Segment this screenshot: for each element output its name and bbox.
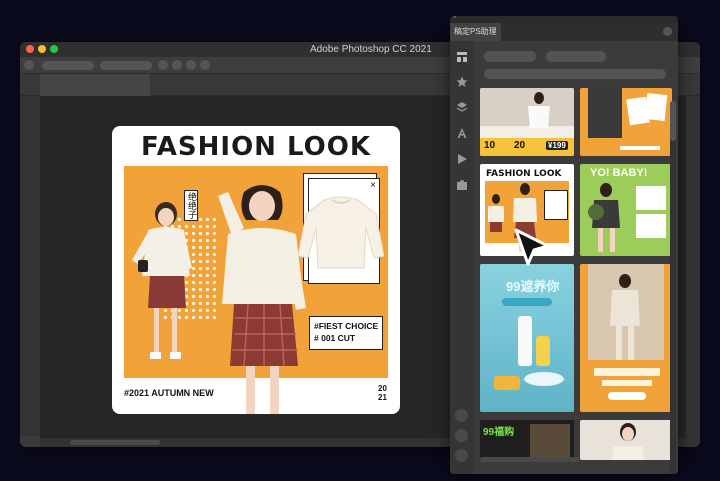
choice-line-1: #FIEST CHOICE <box>314 321 379 331</box>
thumb1-price: ¥199 <box>546 141 568 150</box>
thumb5-subtitle-bar <box>502 298 552 306</box>
thumb6-model <box>610 274 640 360</box>
tools-panel[interactable] <box>20 96 40 436</box>
star-icon[interactable] <box>456 76 468 88</box>
thumb1-badge-2: 20 <box>514 140 526 151</box>
thumb5-soap <box>494 376 520 390</box>
option-button-3[interactable] <box>186 60 196 70</box>
side-button-3[interactable] <box>455 449 468 462</box>
template-thumb-7[interactable]: 99福购 <box>480 420 574 460</box>
thumb2-text-bar <box>620 146 660 150</box>
choice-line-2: # 001 CUT <box>314 333 356 343</box>
panel-top-strip: × <box>450 16 678 23</box>
mouse-cursor-icon <box>514 228 550 266</box>
template-thumb-2[interactable] <box>580 88 672 156</box>
document-tab[interactable] <box>40 74 150 96</box>
panel-close-icon[interactable]: × <box>453 16 457 21</box>
thumb5-bottle <box>518 316 532 366</box>
sweater-image <box>298 196 384 269</box>
window-title: Adobe Photoshop CC 2021 <box>310 44 432 55</box>
panel-scroll-thumb[interactable] <box>670 101 676 141</box>
template-thumb-yo-baby[interactable]: YO! BABY! <box>580 164 672 256</box>
side-button-1[interactable] <box>455 409 468 422</box>
option-button-4[interactable] <box>200 60 210 70</box>
scroll-thumb[interactable] <box>70 440 160 445</box>
zoom-window-button[interactable] <box>50 45 58 53</box>
year-top: 20 <box>378 384 387 393</box>
close-window-button[interactable] <box>26 45 34 53</box>
option-button-1[interactable] <box>158 60 168 70</box>
thumb5-podium <box>524 372 564 386</box>
filter-pill-1[interactable] <box>484 51 536 62</box>
thumb4-photo-1 <box>636 186 666 210</box>
panel-horizontal-scroll[interactable] <box>480 457 580 462</box>
panel-tab-bar: 稿定PS助理 <box>450 23 678 41</box>
stage: Adobe Photoshop CC 2021 FASHION LOOK 绝绝子… <box>0 0 720 481</box>
panel-scrollbar[interactable] <box>670 101 676 474</box>
thumb7-title: 99福购 <box>483 427 515 438</box>
panel-main: 10 20 ¥199 FASHION LOOK 99遮养你 99福购 YO! B… <box>474 41 678 474</box>
template-thumb-6[interactable] <box>580 264 672 412</box>
side-button-2[interactable] <box>455 429 468 442</box>
play-icon[interactable] <box>456 153 468 165</box>
option-field-2[interactable] <box>100 61 152 70</box>
thumb4-title: YO! BABY! <box>590 167 648 179</box>
thumb1-model <box>528 92 550 128</box>
plugin-panel: × 稿定PS助理 10 20 ¥199 FASHION LOOK 99遮养你 9… <box>450 16 678 474</box>
option-field-1[interactable] <box>42 61 94 70</box>
year-bottom: 21 <box>378 393 387 402</box>
model-left-image <box>132 202 192 359</box>
layout-icon[interactable] <box>456 51 468 63</box>
thumb1-badge-1: 10 <box>484 140 496 151</box>
poster-year: 20 21 <box>378 384 387 402</box>
thumb3-card <box>544 190 568 220</box>
thumb8-model <box>612 423 644 460</box>
thumb2-photo-3 <box>644 93 668 121</box>
tool-preset-button[interactable] <box>24 60 34 70</box>
thumb3-model-small <box>488 194 504 232</box>
vertical-label: 绝绝子 <box>184 190 198 221</box>
thumb2-photo-1 <box>588 88 622 138</box>
panel-menu-button[interactable] <box>663 27 672 36</box>
model-main-image <box>218 185 306 414</box>
filter-pill-2[interactable] <box>546 51 606 62</box>
template-thumb-skincare[interactable]: 99遮养你 <box>480 264 574 412</box>
thumb6-button <box>608 392 646 400</box>
poster-title: FASHION LOOK <box>141 132 371 162</box>
poster-canvas[interactable]: FASHION LOOK 绝绝子 × #FIEST CHOICE # 001 C… <box>112 126 400 414</box>
close-icon: × <box>370 180 376 191</box>
minimize-window-button[interactable] <box>38 45 46 53</box>
panel-sidebar <box>450 41 474 474</box>
thumb5-bottle-2 <box>536 336 550 366</box>
thumb7-photo <box>530 424 570 460</box>
choice-box: #FIEST CHOICE # 001 CUT <box>309 316 383 350</box>
vertical-scrollbar[interactable] <box>686 96 700 438</box>
thumb5-title: 99遮养你 <box>506 279 560 294</box>
option-button-2[interactable] <box>172 60 182 70</box>
panel-tab-title[interactable]: 稿定PS助理 <box>450 23 501 41</box>
thumb6-text-bar-1 <box>594 368 660 376</box>
search-bar[interactable] <box>484 69 666 79</box>
thumb3-title: FASHION LOOK <box>486 169 562 179</box>
poster-footer: #2021 AUTUMN NEW <box>124 388 214 398</box>
layers-icon[interactable] <box>456 101 468 113</box>
thumb6-text-bar-2 <box>602 380 652 386</box>
text-icon[interactable] <box>456 127 468 139</box>
template-thumb-1[interactable]: 10 20 ¥199 <box>480 88 574 156</box>
thumb4-photo-2 <box>636 214 666 238</box>
template-thumb-8[interactable] <box>580 420 672 460</box>
thumb4-model <box>588 183 620 252</box>
puzzle-icon[interactable] <box>456 179 468 191</box>
